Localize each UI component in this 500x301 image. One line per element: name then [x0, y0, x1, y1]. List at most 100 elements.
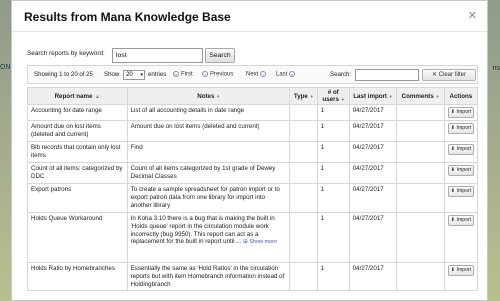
last-import-cell: 04/27/2017 — [348, 183, 397, 213]
sort-icon: ♦ — [387, 93, 393, 100]
import-button[interactable]: ⬇ Import — [447, 215, 475, 226]
table-toolbar: Showing 1 to 20 of 25 Show 20 entries «F… — [27, 65, 478, 84]
actions-cell: ⬇ Import — [443, 261, 479, 292]
users-cell: 1 — [316, 120, 350, 142]
import-button[interactable]: ⬇ Import — [447, 186, 475, 197]
header-users-label: # of users — [322, 89, 339, 103]
results-table: Report name ▲ Notes ♦ Type ♦ # of users … — [27, 87, 479, 292]
header-notes-label: Notes — [197, 92, 215, 100]
actions-cell: ⬇ Import — [443, 120, 479, 142]
last-import-cell: 04/27/2017 — [348, 261, 397, 292]
import-button[interactable]: ⬇ Import — [447, 123, 475, 134]
next-page-label: Next — [246, 71, 259, 78]
import-button[interactable]: ⬇ Import — [447, 165, 475, 176]
last-import-cell: 04/27/2017 — [348, 212, 397, 263]
comments-cell — [395, 141, 445, 163]
import-button[interactable]: ⬇ Import — [447, 107, 475, 118]
report-name-cell: Accounting for date range — [27, 104, 128, 121]
entries-select[interactable]: 20 — [123, 70, 145, 80]
report-name-cell: Bib records that contain only lost items — [27, 141, 128, 163]
notes-cell: List of all accounting details in date r… — [126, 104, 291, 121]
table-row: Accounting for date range List of all ac… — [27, 104, 479, 121]
table-row: Holds Queue Workaround In Koha 3.10 ther… — [27, 212, 479, 263]
users-cell: 1 — [316, 141, 350, 163]
last-import-cell: 04/27/2017 — [348, 104, 397, 121]
import-button-label: Import — [456, 267, 472, 273]
sort-icon: ♦ — [339, 97, 344, 103]
background-left-text: ON — [0, 64, 11, 71]
notes-cell: Find — [126, 141, 291, 163]
header-comments[interactable]: Comments ♦ — [395, 87, 445, 105]
keyword-search-input[interactable]: lost — [112, 48, 203, 63]
close-icon[interactable]: ✕ — [468, 9, 477, 22]
previous-page-label: Previous — [210, 71, 234, 78]
notes-cell: To create a sample spreadsheet for patro… — [126, 183, 291, 213]
header-users[interactable]: # of users ♦ — [316, 87, 350, 105]
users-cell: 1 — [316, 104, 350, 121]
comments-cell — [395, 162, 445, 184]
comments-cell — [395, 183, 445, 213]
clear-filter-button[interactable]: ✕ Clear filter — [422, 69, 476, 81]
next-page-button[interactable]: Next › — [246, 71, 267, 78]
import-button-label: Import — [456, 109, 472, 115]
chevron-right-icon: › — [260, 71, 267, 77]
show-more-label: Show more — [249, 239, 278, 246]
sort-icon: ♦ — [215, 93, 220, 100]
download-icon: ⬇ — [450, 109, 456, 115]
background-right-text: ns — [492, 65, 500, 72]
search-label: Search reports by keyword: — [27, 50, 105, 57]
header-report-name[interactable]: Report name ▲ — [27, 87, 128, 105]
users-cell: 1 — [316, 162, 350, 184]
plus-box-icon: ⊞ — [243, 239, 248, 246]
notes-cell: Amount due on lost items (deleted and cu… — [126, 120, 291, 142]
show-label: Show — [104, 71, 120, 78]
download-icon: ⬇ — [450, 167, 456, 173]
last-page-button[interactable]: Last» — [276, 71, 296, 78]
actions-cell: ⬇ Import — [443, 104, 479, 121]
type-cell — [289, 104, 318, 121]
import-button-label: Import — [456, 146, 472, 152]
search-button[interactable]: Search — [205, 48, 235, 63]
report-name-cell: Export patrons — [27, 183, 128, 213]
table-row: Amount due on lost items (deleted and cu… — [27, 120, 479, 142]
table-header-row: Report name ▲ Notes ♦ Type ♦ # of users … — [27, 87, 479, 105]
download-icon: ⬇ — [450, 188, 456, 194]
users-cell: 1 — [316, 212, 350, 263]
import-button-label: Import — [456, 125, 472, 131]
notes-cell: Count of all items categorized by 1st gr… — [126, 162, 291, 184]
download-icon: ⬇ — [450, 125, 456, 131]
comments-cell — [395, 104, 445, 121]
type-cell — [289, 183, 318, 213]
header-comments-label: Comments — [401, 92, 434, 100]
header-last-import[interactable]: Last import ♦ — [348, 87, 397, 105]
showing-entries-text: Showing 1 to 20 of 25 — [34, 71, 93, 78]
chevrons-right-icon: » — [289, 71, 296, 77]
mana-results-modal: Results from Mana Knowledge Base ✕ Searc… — [11, 0, 488, 301]
import-button[interactable]: ⬇ Import — [447, 144, 475, 155]
header-type[interactable]: Type ♦ — [289, 87, 318, 105]
show-more-link[interactable]: ⊞ Show more — [243, 239, 277, 245]
actions-cell: ⬇ Import — [443, 141, 479, 163]
previous-page-button[interactable]: ‹ Previous — [202, 71, 233, 78]
notes-cell: In Koha 3.10 there is a bug that is maki… — [126, 212, 291, 263]
clear-filter-label: Clear filter — [438, 72, 467, 78]
import-button[interactable]: ⬇ Import — [447, 265, 475, 276]
table-search-input[interactable] — [355, 69, 419, 81]
modal-header: Results from Mana Knowledge Base ✕ — [12, 1, 487, 32]
sort-icon: ♦ — [308, 93, 313, 100]
header-actions: Actions — [443, 87, 479, 105]
first-page-button[interactable]: «First — [173, 71, 193, 78]
notes-cell: Essentially the same as 'Hold Ratios' in… — [126, 261, 291, 292]
last-import-cell: 04/27/2017 — [348, 120, 397, 142]
table-row: Bib records that contain only lost items… — [27, 141, 479, 163]
type-cell — [289, 212, 318, 263]
comments-cell — [395, 261, 445, 292]
chevrons-left-icon: « — [173, 71, 179, 77]
type-cell — [289, 261, 318, 292]
header-notes[interactable]: Notes ♦ — [126, 87, 291, 105]
table-row: Holds Ratio by Homebranches Essentially … — [27, 261, 479, 292]
sort-asc-icon: ▲ — [93, 93, 100, 100]
comments-cell — [395, 212, 445, 263]
type-cell — [289, 120, 318, 142]
header-actions-label: Actions — [449, 92, 473, 100]
